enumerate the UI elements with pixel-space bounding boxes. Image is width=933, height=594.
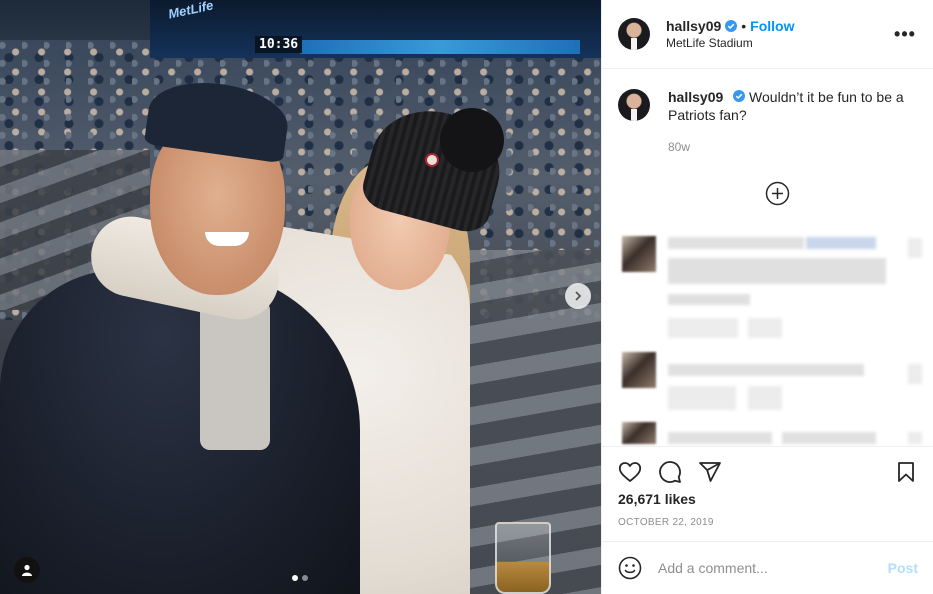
load-more-comments-button[interactable] bbox=[765, 181, 790, 206]
more-options-icon[interactable]: ••• bbox=[893, 22, 917, 46]
caption-body: hallsy09 Wouldn’t it be fun to be a Patr… bbox=[668, 88, 918, 156]
scoreboard-ribbon bbox=[300, 40, 580, 54]
next-photo-button[interactable] bbox=[565, 283, 591, 309]
follow-button[interactable]: Follow bbox=[750, 18, 794, 34]
post-photo[interactable]: MetLife 10:36 bbox=[0, 0, 601, 594]
comment-button[interactable] bbox=[658, 460, 682, 484]
obscured-text bbox=[748, 386, 782, 410]
share-button[interactable] bbox=[698, 460, 722, 484]
avatar bbox=[622, 422, 656, 444]
bookmark-icon bbox=[898, 462, 914, 482]
obscured-text bbox=[908, 238, 922, 258]
caption-timestamp[interactable]: 80w bbox=[668, 138, 918, 156]
obscured-text bbox=[782, 432, 876, 444]
post-comment-button[interactable]: Post bbox=[888, 560, 918, 576]
obscured-text bbox=[908, 432, 922, 444]
verified-badge-icon bbox=[725, 20, 738, 32]
obscured-text bbox=[806, 237, 876, 249]
like-button[interactable] bbox=[618, 460, 642, 484]
beanie-logo bbox=[425, 153, 439, 167]
post-location[interactable]: MetLife Stadium bbox=[666, 36, 893, 50]
avatar bbox=[622, 236, 656, 272]
save-button[interactable] bbox=[894, 460, 918, 484]
post-author-info: hallsy09 • Follow MetLife Stadium bbox=[666, 18, 893, 50]
obscured-text bbox=[668, 294, 750, 305]
emoji-icon bbox=[618, 556, 642, 580]
comment-form: Post bbox=[602, 541, 933, 594]
obscured-text bbox=[668, 364, 864, 376]
carousel-dot bbox=[302, 575, 308, 581]
comment-input[interactable] bbox=[658, 560, 888, 576]
avatar bbox=[622, 352, 656, 388]
obscured-text bbox=[668, 386, 736, 410]
obscured-text bbox=[668, 432, 772, 444]
obscured-text bbox=[668, 258, 886, 284]
carousel-dot bbox=[292, 575, 298, 581]
obscured-text bbox=[668, 237, 804, 249]
emoji-picker-button[interactable] bbox=[618, 556, 642, 580]
post-actions: 26,671 likes OCTOBER 22, 2019 bbox=[602, 446, 933, 528]
man-shirt bbox=[200, 300, 270, 450]
obscured-text bbox=[908, 364, 922, 384]
avatar[interactable] bbox=[618, 18, 650, 50]
add-comment-circle-icon bbox=[765, 181, 790, 206]
caption-username[interactable]: hallsy09 bbox=[668, 89, 723, 105]
beanie-pompom bbox=[440, 108, 504, 172]
post-side-panel: hallsy09 • Follow MetLife Stadium ••• ha… bbox=[601, 0, 933, 594]
post-date[interactable]: OCTOBER 22, 2019 bbox=[618, 517, 918, 528]
post-caption: hallsy09 Wouldn’t it be fun to be a Patr… bbox=[602, 70, 933, 156]
author-username[interactable]: hallsy09 bbox=[666, 18, 721, 34]
obscured-text bbox=[668, 318, 738, 338]
user-tag-icon bbox=[22, 564, 32, 576]
verified-badge-icon bbox=[733, 90, 746, 102]
heart-icon bbox=[618, 462, 642, 482]
tagged-users-button[interactable] bbox=[14, 557, 40, 583]
avatar[interactable] bbox=[618, 89, 650, 121]
carousel-indicator bbox=[292, 575, 308, 581]
action-icons bbox=[618, 447, 918, 497]
chevron-right-icon bbox=[575, 291, 582, 301]
scoreboard-brand: MetLife bbox=[166, 0, 215, 22]
obscured-text bbox=[748, 318, 782, 338]
like-count[interactable]: 26,671 likes bbox=[618, 491, 918, 507]
drink-glass bbox=[495, 522, 551, 594]
man-jacket bbox=[0, 270, 360, 594]
post-header: hallsy09 • Follow MetLife Stadium ••• bbox=[602, 0, 933, 69]
share-icon bbox=[699, 462, 721, 482]
comment-icon bbox=[659, 461, 681, 483]
header-separator: • bbox=[741, 18, 747, 34]
scoreboard-clock: 10:36 bbox=[255, 36, 303, 53]
